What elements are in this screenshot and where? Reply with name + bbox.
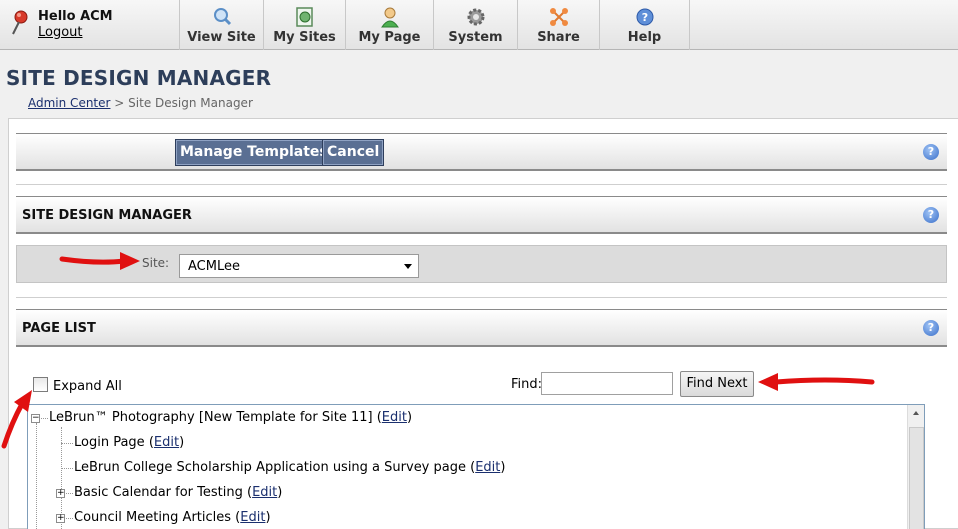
breadcrumb-link-admin-center[interactable]: Admin Center <box>28 96 110 110</box>
annotation-arrow-icon <box>758 373 875 391</box>
nav-view-site[interactable]: View Site <box>180 0 264 50</box>
tree-guide-line <box>36 423 37 529</box>
pushpin-icon <box>12 10 28 35</box>
help-icon: ? <box>636 8 653 26</box>
find-next-button[interactable]: Find Next <box>680 371 754 397</box>
tree-node-label[interactable]: LeBrun College Scholarship Application u… <box>74 460 466 475</box>
expand-toggle-icon[interactable]: + <box>56 489 65 498</box>
tree-guide-line <box>66 493 73 494</box>
edit-link[interactable]: Edit <box>252 485 277 500</box>
user-panel: Hello ACM Logout <box>0 0 180 50</box>
nav-my-sites[interactable]: My Sites <box>264 0 346 50</box>
nav-my-page[interactable]: My Page <box>346 0 434 50</box>
section-divider <box>16 184 947 185</box>
edit-link[interactable]: Edit <box>240 510 265 525</box>
tree-node-label[interactable]: Login Page <box>74 435 145 450</box>
edit-link[interactable]: Edit <box>154 435 179 450</box>
svg-text:?: ? <box>641 11 647 24</box>
page-list-help-icon[interactable]: ? <box>923 320 939 336</box>
nav-label-share: Share <box>537 30 580 45</box>
scroll-up-arrow-icon[interactable] <box>908 405 924 422</box>
find-input[interactable] <box>541 372 673 395</box>
nav-label-my-page: My Page <box>358 30 421 45</box>
edit-link[interactable]: Edit <box>382 410 407 425</box>
breadcrumb-separator: > <box>114 96 125 110</box>
find-label: Find: <box>511 377 543 392</box>
page-title: SITE DESIGN MANAGER <box>6 66 272 90</box>
expand-all-label: Expand All <box>53 379 122 394</box>
gear-icon <box>467 8 484 26</box>
annotation-arrow-icon <box>59 252 140 270</box>
top-navigation-bar: Hello ACM Logout View Site My Sites My P… <box>0 0 958 50</box>
expand-all-checkbox[interactable] <box>33 377 48 392</box>
section-divider <box>16 297 947 298</box>
tree-node: Basic Calendar for Testing (Edit) <box>74 485 283 500</box>
nav-help[interactable]: ? Help <box>600 0 690 50</box>
tree-guide-line <box>41 418 48 419</box>
tree-node-label[interactable]: Basic Calendar for Testing <box>74 485 243 500</box>
breadcrumb-current: Site Design Manager <box>128 96 253 110</box>
cancel-button[interactable]: Cancel <box>322 139 385 166</box>
scroll-thumb[interactable] <box>909 427 924 529</box>
tree-scrollbar[interactable] <box>907 405 924 529</box>
tree-node-label[interactable]: Council Meeting Articles <box>74 510 231 525</box>
globe-document-icon <box>295 7 313 27</box>
nav-system[interactable]: System <box>434 0 518 50</box>
site-design-manager-header: SITE DESIGN MANAGER ? <box>16 196 947 234</box>
tree-guide-line <box>61 468 73 469</box>
page-tree: − LeBrun™ Photography [New Template for … <box>27 404 925 529</box>
tree-node: Login Page (Edit) <box>74 435 185 450</box>
site-section-help-icon[interactable]: ? <box>923 207 939 223</box>
tree-node-root: LeBrun™ Photography [New Template for Si… <box>49 410 413 425</box>
expand-toggle-icon[interactable]: + <box>56 514 65 523</box>
nav-label-help: Help <box>627 30 662 45</box>
edit-link[interactable]: Edit <box>475 460 500 475</box>
nav-share[interactable]: Share <box>518 0 600 50</box>
magnifier-icon <box>213 8 231 26</box>
site-label: Site: <box>142 256 170 270</box>
share-icon <box>549 8 568 26</box>
logout-link[interactable]: Logout <box>38 25 83 40</box>
manage-templates-button[interactable]: Manage Templates <box>175 139 333 166</box>
section-title-page-list: PAGE LIST <box>22 321 96 336</box>
chevron-down-icon <box>404 264 412 269</box>
tree-guide-line <box>61 443 73 444</box>
nav-label-my-sites: My Sites <box>273 30 336 45</box>
page-list-header: PAGE LIST ? <box>16 309 947 347</box>
tree-guide-line <box>66 518 73 519</box>
site-dropdown[interactable]: ACMLee <box>179 254 419 278</box>
site-dropdown-value: ACMLee <box>188 259 240 274</box>
tree-node: LeBrun College Scholarship Application u… <box>74 460 506 475</box>
nav-label-view-site: View Site <box>187 30 256 45</box>
section-title-site-design-manager: SITE DESIGN MANAGER <box>22 208 192 223</box>
toolbar-bar: ? <box>16 133 947 171</box>
toolbar-help-icon[interactable]: ? <box>923 144 939 160</box>
tree-node-label[interactable]: LeBrun™ Photography [New Template for Si… <box>49 410 373 425</box>
greeting-text: Hello ACM <box>38 9 113 24</box>
breadcrumb: Admin Center > Site Design Manager <box>28 96 253 110</box>
annotation-arrow-icon <box>1 390 32 449</box>
user-icon <box>380 7 399 28</box>
tree-node: Council Meeting Articles (Edit) <box>74 510 271 525</box>
nav-label-system: System <box>448 30 503 45</box>
